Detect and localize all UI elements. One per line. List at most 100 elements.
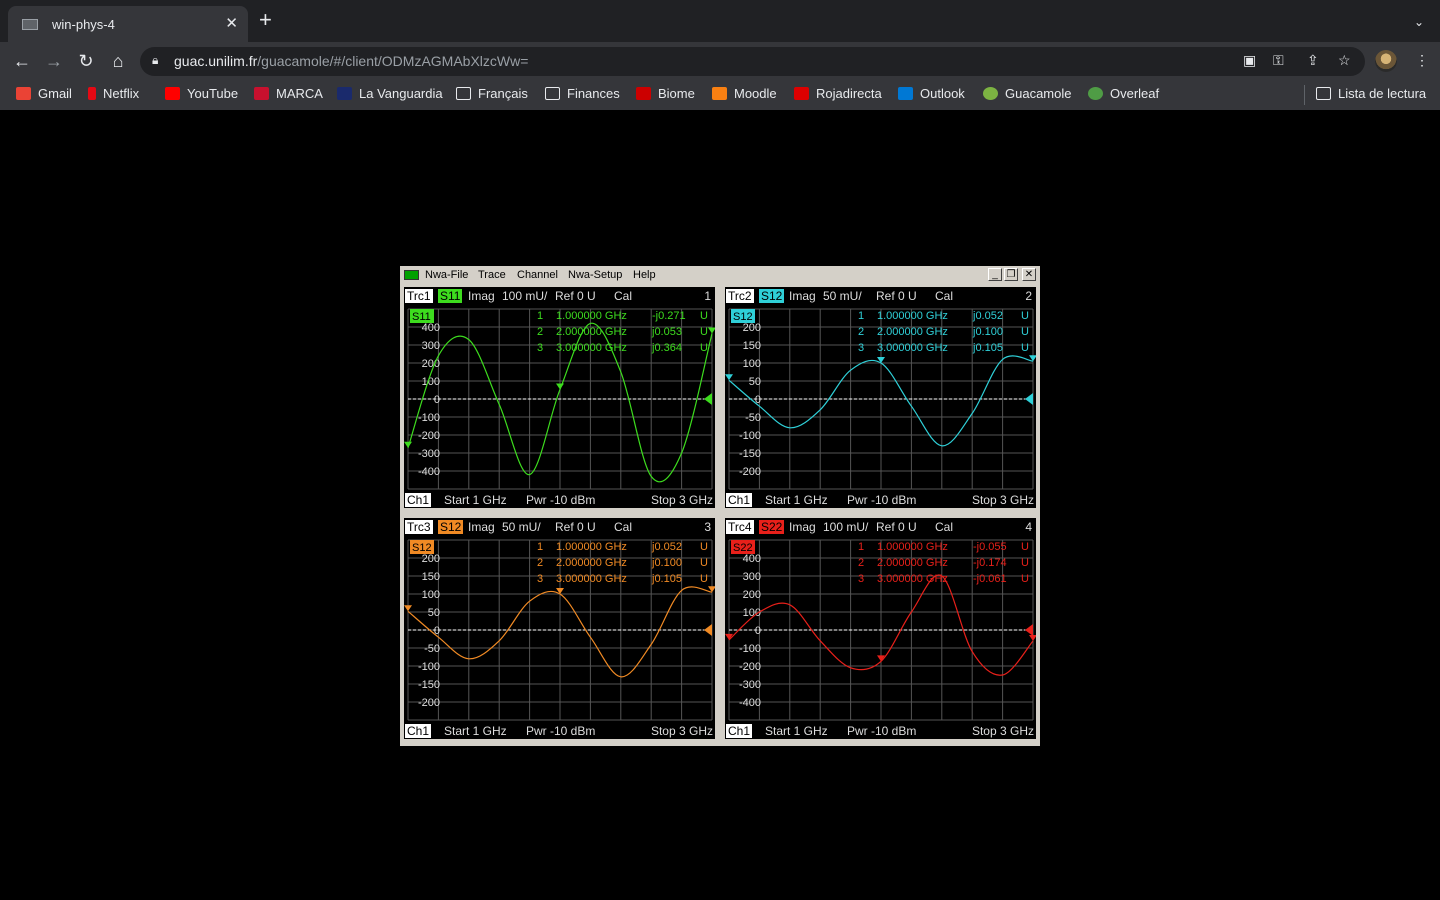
profile-avatar[interactable] — [1375, 50, 1397, 72]
trace-chart[interactable]: 200 150 100 50 0 -50 -100 -150 -200 S12 1 1.000000 … — [404, 536, 715, 721]
scale-label[interactable]: 100 mU/ — [823, 520, 868, 534]
menu-trace[interactable]: Trace — [478, 269, 506, 281]
power-label[interactable]: Pwr -10 dBm — [847, 493, 916, 507]
param-badge[interactable]: S22 — [759, 520, 785, 534]
trace-panel-3[interactable]: Trc3 S12 Imag 50 mU/ Ref 0 U Cal 3 200 15… — [402, 516, 717, 741]
trace-plot[interactable]: 200 150 100 50 0 -50 -100 -150 -200 S12 1 1.000000 … — [725, 305, 1036, 490]
bookmark-rojadirecta[interactable]: Rojadirecta — [794, 86, 882, 101]
channel-label[interactable]: Ch1 — [726, 493, 753, 507]
bookmark-biome[interactable]: Biome — [636, 86, 695, 101]
stop-freq[interactable]: Stop 3 GHz — [972, 724, 1034, 738]
power-label[interactable]: Pwr -10 dBm — [847, 724, 916, 738]
marker-3[interactable] — [1029, 634, 1036, 641]
trace-plot[interactable]: 400 300 200 100 0 -100 -200 -300 -400 S11 1 1.00000… — [404, 305, 715, 490]
start-freq[interactable]: Start 1 GHz — [765, 724, 828, 738]
address-bar[interactable]: 🔒︎ guac.unilim.fr/guacamole/#/client/ODM… — [140, 47, 1365, 76]
close-tab-icon[interactable]: ✕ — [225, 14, 238, 32]
param-badge[interactable]: S11 — [438, 289, 463, 303]
channel-label[interactable]: Ch1 — [405, 493, 432, 507]
tab-search-chevron-icon[interactable]: ⌄ — [1414, 15, 1424, 29]
param-badge[interactable]: S12 — [438, 520, 464, 534]
power-label[interactable]: Pwr -10 dBm — [526, 493, 595, 507]
clipboard-icon[interactable]: ▣ — [1243, 52, 1256, 69]
minimize-icon[interactable]: _ — [988, 268, 1002, 281]
lock-icon[interactable]: 🔒︎ — [152, 53, 158, 68]
trace-label[interactable]: Trc4 — [726, 520, 754, 534]
trace-panel-1[interactable]: Trc1 S11 Imag 100 mU/ Ref 0 U Cal 1 400 3… — [402, 285, 717, 510]
stop-freq[interactable]: Stop 3 GHz — [651, 724, 713, 738]
trace-header: Trc4 S22 Imag 100 mU/ Ref 0 U Cal 4 — [725, 518, 1036, 536]
ref-label[interactable]: Ref 0 U — [876, 289, 917, 303]
menu-nwa-setup[interactable]: Nwa-Setup — [568, 269, 622, 281]
marker-2[interactable] — [556, 383, 564, 390]
ref-label[interactable]: Ref 0 U — [876, 520, 917, 534]
marker-3[interactable] — [708, 327, 715, 334]
bookmark-overleaf[interactable]: Overleaf — [1088, 86, 1159, 101]
bookmark-gmail[interactable]: Gmail — [16, 86, 72, 101]
scale-label[interactable]: 50 mU/ — [502, 520, 541, 534]
trace-label[interactable]: Trc1 — [405, 289, 433, 303]
menu-kebab-icon[interactable]: ⋮ — [1415, 52, 1429, 69]
menu-help[interactable]: Help — [633, 269, 656, 281]
menu-nwa-file[interactable]: Nwa-File — [425, 269, 468, 281]
trace-panel-4[interactable]: Trc4 S22 Imag 100 mU/ Ref 0 U Cal 4 400 3… — [723, 516, 1038, 741]
ref-label[interactable]: Ref 0 U — [555, 520, 596, 534]
reference-arrow[interactable] — [704, 624, 712, 636]
start-freq[interactable]: Start 1 GHz — [444, 493, 507, 507]
bookmark-netflix[interactable]: Netflix — [88, 86, 139, 101]
trace-label[interactable]: Trc3 — [405, 520, 433, 534]
start-freq[interactable]: Start 1 GHz — [765, 493, 828, 507]
key-icon[interactable]: ⚿ — [1273, 52, 1284, 69]
start-freq[interactable]: Start 1 GHz — [444, 724, 507, 738]
stop-freq[interactable]: Stop 3 GHz — [651, 493, 713, 507]
marker-1[interactable] — [404, 441, 412, 448]
trace-label[interactable]: Trc2 — [726, 289, 754, 303]
share-icon[interactable]: ⇪ — [1307, 52, 1319, 69]
star-icon[interactable]: ☆ — [1338, 52, 1351, 69]
scale-label[interactable]: 100 mU/ — [502, 289, 547, 303]
marker-1[interactable] — [725, 374, 733, 381]
param-badge[interactable]: S12 — [759, 289, 785, 303]
ref-label[interactable]: Ref 0 U — [555, 289, 596, 303]
channel-label[interactable]: Ch1 — [726, 724, 753, 738]
bookmark-folder-finances[interactable]: Finances — [545, 86, 620, 101]
close-window-icon[interactable]: ✕ — [1022, 268, 1036, 281]
url-text[interactable]: guac.unilim.fr/guacamole/#/client/ODMzAG… — [174, 53, 528, 69]
power-label[interactable]: Pwr -10 dBm — [526, 724, 595, 738]
marker-1[interactable] — [404, 605, 412, 612]
trace-chart[interactable]: 400 300 200 100 0 -100 -200 -300 -400 S11 1 1.00000… — [404, 305, 715, 490]
bookmark-moodle[interactable]: Moodle — [712, 86, 777, 101]
bookmark-folder-francais[interactable]: Français — [456, 86, 528, 101]
format-label[interactable]: Imag — [789, 520, 816, 534]
new-tab-icon[interactable]: + — [259, 9, 272, 31]
back-icon[interactable]: ← — [10, 49, 34, 73]
home-icon[interactable]: ⌂ — [106, 49, 130, 73]
tab-active[interactable]: win-phys-4 ✕ — [8, 6, 248, 42]
forward-icon[interactable]: → — [42, 49, 66, 73]
format-label[interactable]: Imag — [789, 289, 816, 303]
reload-icon[interactable]: ↻ — [74, 49, 98, 73]
trace-chart[interactable]: 4003002001000-100-200-300-400S22 1 1.00000… — [725, 536, 1036, 721]
trace-panel-2[interactable]: Trc2 S12 Imag 50 mU/ Ref 0 U Cal 2 200 15… — [723, 285, 1038, 510]
bookmark-marca[interactable]: MARCA — [254, 86, 323, 101]
bookmark-la-vanguardia[interactable]: La Vanguardia — [337, 86, 443, 101]
trace-header: Trc3 S12 Imag 50 mU/ Ref 0 U Cal 3 — [404, 518, 715, 536]
bookmark-youtube[interactable]: YouTube — [165, 86, 238, 101]
reference-arrow[interactable] — [1025, 624, 1033, 636]
menu-channel[interactable]: Channel — [517, 269, 558, 281]
restore-icon[interactable]: ❐ — [1004, 268, 1018, 281]
bookmark-guacamole[interactable]: Guacamole — [983, 86, 1071, 101]
reference-arrow[interactable] — [704, 393, 712, 405]
format-label[interactable]: Imag — [468, 289, 495, 303]
trace-plot[interactable]: 400 300 200 100 0 -100 -200 -300 -400 S22 1 1.00000… — [725, 536, 1036, 721]
bookmark-outlook[interactable]: Outlook — [898, 86, 965, 101]
vna-app-icon[interactable] — [404, 270, 419, 280]
stop-freq[interactable]: Stop 3 GHz — [972, 493, 1034, 507]
scale-label[interactable]: 50 mU/ — [823, 289, 862, 303]
channel-label[interactable]: Ch1 — [405, 724, 432, 738]
reading-list-button[interactable]: Lista de lectura — [1316, 86, 1426, 101]
trace-chart[interactable]: 200 150 100 50 0 -50 -100 -150 -200 S12 1 1.000000 … — [725, 305, 1036, 490]
format-label[interactable]: Imag — [468, 520, 495, 534]
reference-arrow[interactable] — [1025, 393, 1033, 405]
trace-plot[interactable]: 200 150 100 50 0 -50 -100 -150 -200 S12 1 1.000000 … — [404, 536, 715, 721]
